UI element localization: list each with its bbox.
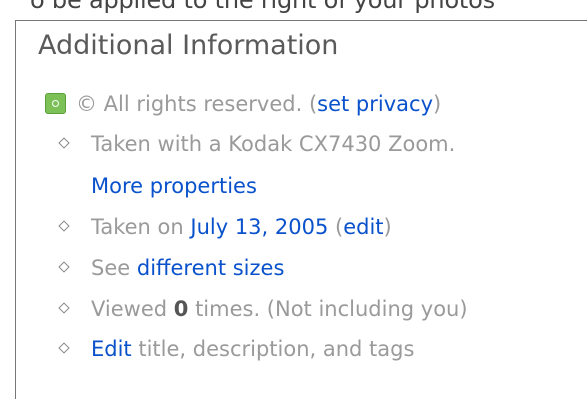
sizes-text: See (91, 256, 137, 280)
camera-line: Taken with a Kodak CX7430 Zoom. (91, 132, 455, 156)
license-text: © All rights reserved. ( (76, 92, 318, 116)
license-text-after: ) (433, 92, 442, 116)
edit-date-link[interactable]: edit (343, 215, 383, 239)
panel-heading: Additional Information (38, 30, 339, 61)
bullet-icon (58, 342, 70, 354)
sizes-line: See different sizes (91, 256, 284, 280)
views-suffix: times. (Not including you) (188, 297, 468, 321)
license-badge-icon[interactable] (45, 93, 66, 114)
taken-on-text: Taken on (91, 215, 191, 239)
bullet-icon (58, 137, 70, 149)
paren-open: ( (328, 215, 344, 239)
date-link[interactable]: July 13, 2005 (190, 215, 328, 239)
views-prefix: Viewed (91, 297, 174, 321)
license-line: © All rights reserved. (set privacy) (76, 92, 441, 116)
view-count: 0 (173, 297, 189, 321)
taken-on-line: Taken on July 13, 2005 (edit) (91, 215, 392, 239)
clipped-top-text: o be applied to the right of your photos (30, 0, 495, 14)
bullet-icon (58, 261, 70, 273)
bullet-icon (58, 220, 70, 232)
edit-metadata-link[interactable]: Edit (91, 337, 132, 361)
edit-line: Edit title, description, and tags (91, 337, 414, 361)
paren-close: ) (383, 215, 392, 239)
additional-info-panel: Additional Information © All rights rese… (15, 20, 587, 399)
different-sizes-link[interactable]: different sizes (137, 256, 285, 280)
views-line: Viewed 0 times. (Not including you) (91, 297, 468, 321)
bullet-icon (58, 302, 70, 314)
more-properties-line: More properties (91, 174, 257, 198)
set-privacy-link[interactable]: set privacy (317, 92, 433, 116)
more-properties-link[interactable]: More properties (91, 174, 257, 198)
edit-suffix: title, description, and tags (131, 337, 415, 361)
camera-text: Taken with a Kodak CX7430 Zoom. (91, 132, 456, 156)
